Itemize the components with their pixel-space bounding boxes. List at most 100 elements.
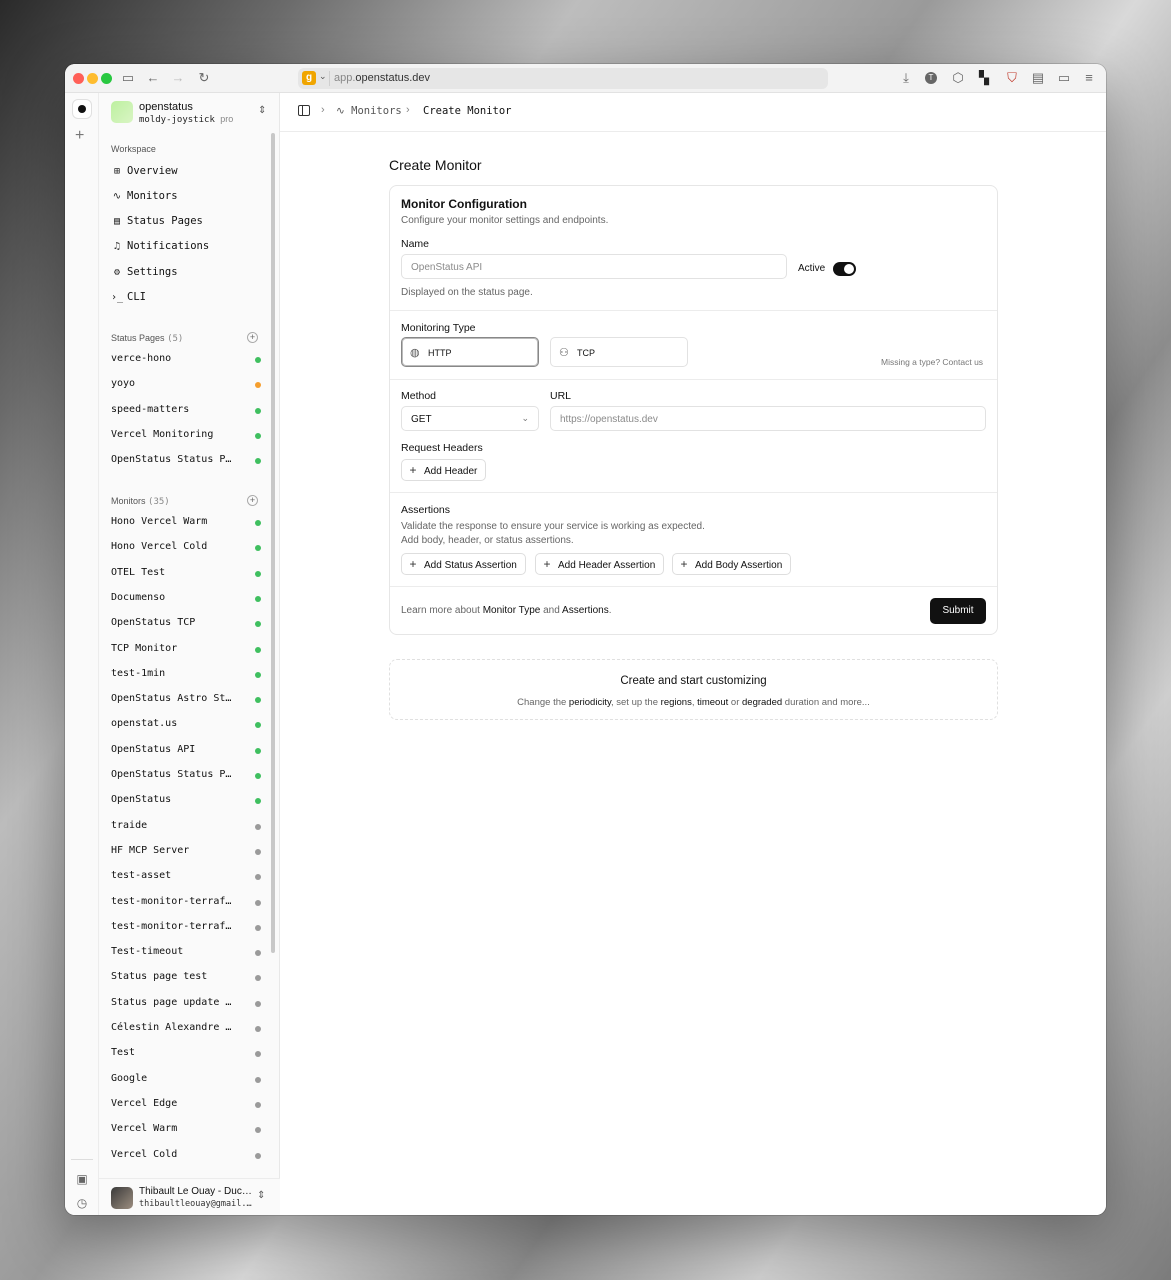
forward-icon[interactable]: → <box>171 71 185 85</box>
add-workspace-icon[interactable]: + <box>75 127 84 145</box>
monitor-item[interactable]: Vercel Cold <box>111 1149 261 1165</box>
status-page-name: Vercel Monitoring <box>111 428 214 440</box>
monitor-item[interactable]: test-1min <box>111 668 261 684</box>
url-input[interactable]: https://openstatus.dev <box>550 406 986 431</box>
breadcrumb-monitors[interactable]: ∿ Monitors <box>336 105 402 117</box>
status-dot <box>255 950 261 957</box>
status-page-item[interactable]: OpenStatus Status Page <box>111 454 261 470</box>
workspace-switcher[interactable]: openstatus moldy-joystick pro ⇕ <box>111 101 271 125</box>
sidebar-item-status-pages[interactable]: ▤ Status Pages <box>111 215 203 231</box>
monitor-item[interactable]: test-asset <box>111 870 261 886</box>
monitor-name: traide <box>111 819 148 831</box>
monitor-item[interactable]: HF MCP Server <box>111 845 261 861</box>
sidebar-item-overview[interactable]: ⊞ Overview <box>111 165 178 181</box>
plus-icon: + <box>409 557 417 571</box>
add-monitor-button[interactable]: + <box>247 495 258 506</box>
type-option-http[interactable]: ◍ HTTP <box>401 337 539 367</box>
sidebar-toggle-icon[interactable] <box>298 105 310 116</box>
back-icon[interactable]: ← <box>146 71 160 85</box>
clock-icon[interactable]: ◷ <box>72 1196 92 1210</box>
panel-icon[interactable]: ▭ <box>1057 71 1071 85</box>
download-icon[interactable]: ⤓ <box>899 71 913 85</box>
activity-icon: ∿ <box>112 191 122 202</box>
assertions-description-1: Validate the response to ensure your ser… <box>401 521 705 532</box>
workspace-avatar <box>111 101 133 123</box>
monitor-name: test-monitor-terraform <box>111 920 233 932</box>
plus-icon: + <box>543 557 551 571</box>
monitor-name: OpenStatus TCP <box>111 617 196 629</box>
status-page-item[interactable]: Vercel Monitoring <box>111 429 261 445</box>
status-page-item[interactable]: speed-matters <box>111 404 261 420</box>
monitor-item[interactable]: Test <box>111 1047 261 1063</box>
save-icon[interactable]: ▣ <box>72 1172 92 1186</box>
monitor-item[interactable]: Vercel Edge <box>111 1098 261 1114</box>
monitor-item[interactable]: OpenStatus TCP <box>111 617 261 633</box>
monitor-item[interactable]: Hono Vercel Warm <box>111 516 261 532</box>
address-bar[interactable]: g ⌄ app.openstatus.dev <box>298 68 828 89</box>
status-page-item[interactable]: verce-hono <box>111 353 261 369</box>
status-page-item[interactable]: yoyo <box>111 378 261 394</box>
monitor-item[interactable]: Hono Vercel Cold <box>111 541 261 557</box>
monitor-item[interactable]: Google <box>111 1073 261 1089</box>
monitor-item[interactable]: OpenStatus API <box>111 744 261 760</box>
monitor-item[interactable]: Vercel Warm <box>111 1123 261 1139</box>
monitor-item[interactable]: traide <box>111 820 261 836</box>
minimize-window-button[interactable] <box>87 73 98 84</box>
sidebar-item-notifications[interactable]: ♫ Notifications <box>111 240 209 256</box>
openstatus-logo-icon[interactable] <box>73 100 91 118</box>
profile-icon[interactable]: T <box>925 72 937 84</box>
add-status-assertion-button[interactable]: + Add Status Assertion <box>401 553 526 575</box>
monitor-item[interactable]: OTEL Test <box>111 567 261 583</box>
monitor-type-link[interactable]: Monitor Type <box>483 605 541 616</box>
submit-button[interactable]: Submit <box>930 598 986 624</box>
status-dot <box>255 722 261 729</box>
apps-icon[interactable]: ▚ <box>977 71 991 85</box>
archive-icon[interactable]: ▤ <box>1031 71 1045 85</box>
monitor-name: OpenStatus Astro Status <box>111 693 233 705</box>
monitor-item[interactable]: OpenStatus Status Page <box>111 769 261 785</box>
sidebar-item-settings[interactable]: ⚙ Settings <box>111 266 178 282</box>
monitor-item[interactable]: Status page test <box>111 971 261 987</box>
monitor-item[interactable]: test-monitor-terraform <box>111 921 261 937</box>
monitor-item[interactable]: TCP Monitor <box>111 643 261 659</box>
sidebar-scrollbar[interactable] <box>271 133 275 953</box>
sidebar-item-cli[interactable]: ›_ CLI <box>111 291 146 307</box>
user-menu[interactable]: Thibault Le Ouay - Ducasse thibaultleoua… <box>99 1178 280 1215</box>
extensions-icon[interactable]: ⬡ <box>951 71 965 85</box>
add-header-assertion-button[interactable]: + Add Header Assertion <box>535 553 665 575</box>
status-dot <box>255 646 261 653</box>
user-email: thibaultleouay@gmail.com <box>139 1199 253 1209</box>
method-select[interactable]: GET ⌄ <box>401 406 539 431</box>
status-dot <box>255 924 261 931</box>
add-status-page-button[interactable]: + <box>247 332 258 343</box>
shield-icon[interactable]: ⛉ <box>1005 71 1019 85</box>
name-input[interactable]: OpenStatus API <box>401 254 787 279</box>
menu-icon[interactable]: ≡ <box>1082 71 1096 85</box>
active-toggle[interactable] <box>833 262 856 276</box>
add-body-assertion-button[interactable]: + Add Body Assertion <box>672 553 792 575</box>
monitor-item[interactable]: Célestin Alexandre test <box>111 1022 261 1038</box>
breadcrumb: › ∿ Monitors › Create Monitor <box>280 93 1106 132</box>
name-label: Name <box>401 238 430 250</box>
monitor-item[interactable]: Status page update test <box>111 997 261 1013</box>
add-header-button[interactable]: + Add Header <box>401 459 487 481</box>
sidebar-item-monitors[interactable]: ∿ Monitors <box>111 190 178 206</box>
type-option-tcp[interactable]: ⚇ TCP <box>550 337 688 367</box>
monitor-item[interactable]: test-monitor-terraform <box>111 896 261 912</box>
monitor-item[interactable]: openstat.us <box>111 718 261 734</box>
monitor-item[interactable]: OpenStatus <box>111 794 261 810</box>
monitor-item[interactable]: OpenStatus Astro Status <box>111 693 261 709</box>
missing-type-link[interactable]: Missing a type? Contact us <box>881 357 983 367</box>
assertions-link[interactable]: Assertions <box>562 605 609 616</box>
monitor-name: test-1min <box>111 667 166 679</box>
monitor-item[interactable]: Test-timeout <box>111 946 261 962</box>
avatar <box>111 1187 133 1209</box>
chevron-updown-icon: ⇕ <box>257 1190 266 1201</box>
close-window-button[interactable] <box>73 73 84 84</box>
zoom-window-button[interactable] <box>101 73 112 84</box>
reload-icon[interactable]: ↻ <box>197 71 211 85</box>
chevron-down-icon[interactable]: ⌄ <box>319 71 327 82</box>
sidebar-toggle-icon[interactable]: ▭ <box>121 71 135 85</box>
url-text[interactable]: app.openstatus.dev <box>334 72 430 84</box>
monitor-item[interactable]: Documenso <box>111 592 261 608</box>
